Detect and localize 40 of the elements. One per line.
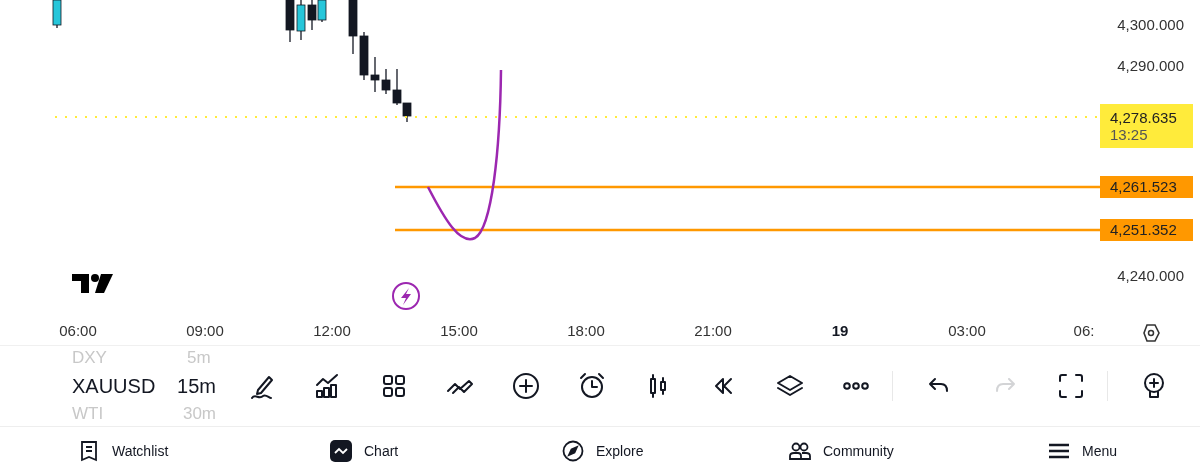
lightning-icon[interactable] — [392, 282, 420, 310]
candle — [381, 68, 391, 95]
logo-icon — [72, 274, 113, 293]
price-tick-label: 4,300.000 — [1117, 16, 1184, 33]
time-tick-label: 12:00 — [313, 322, 351, 339]
price-line-label: 4,261.523 — [1100, 176, 1193, 198]
candle — [359, 31, 369, 81]
price-tick-label: 4,290.000 — [1117, 57, 1184, 74]
alarm-clock-icon — [577, 371, 607, 401]
price-value: 4,278.635 — [1110, 109, 1178, 126]
interval-option[interactable]: 15m — [177, 374, 216, 398]
time-tick-label: 15:00 — [440, 322, 478, 339]
time-tick-label: 06:00 — [59, 322, 97, 339]
candle — [348, 0, 358, 55]
nav-tab[interactable]: Explore — [562, 440, 789, 462]
settings-icon[interactable] — [1143, 324, 1160, 342]
candle — [307, 0, 317, 31]
candle — [296, 0, 306, 41]
price-tick-label: 4,240.000 — [1117, 267, 1184, 284]
fullscreen-icon — [1056, 371, 1086, 401]
time-tick-label: 09:00 — [186, 322, 224, 339]
more-icon — [841, 381, 871, 391]
candle — [370, 56, 380, 93]
candle — [317, 0, 327, 23]
nav-tab[interactable]: Menu — [1048, 440, 1118, 462]
plus-circle-icon — [511, 371, 541, 401]
candle — [52, 0, 62, 29]
time-tick-label: 19 — [831, 322, 849, 339]
symbol-option[interactable]: XAUUSD — [72, 374, 178, 398]
time-tick-label: 06: — [1073, 322, 1095, 339]
nav-tab[interactable]: Watchlist — [78, 440, 330, 462]
price-line-label: 4,251.352 — [1100, 219, 1193, 241]
drawn-curve[interactable] — [426, 69, 503, 241]
countdown-timer: 13:25 — [1110, 126, 1149, 143]
time-tick-label: 03:00 — [948, 322, 986, 339]
candle — [285, 0, 295, 43]
nav-tab[interactable]: Community — [789, 440, 1048, 462]
nav-tab[interactable]: Chart — [330, 440, 562, 462]
time-tick-label: 21:00 — [694, 322, 732, 339]
time-tick-label: 18:00 — [567, 322, 605, 339]
